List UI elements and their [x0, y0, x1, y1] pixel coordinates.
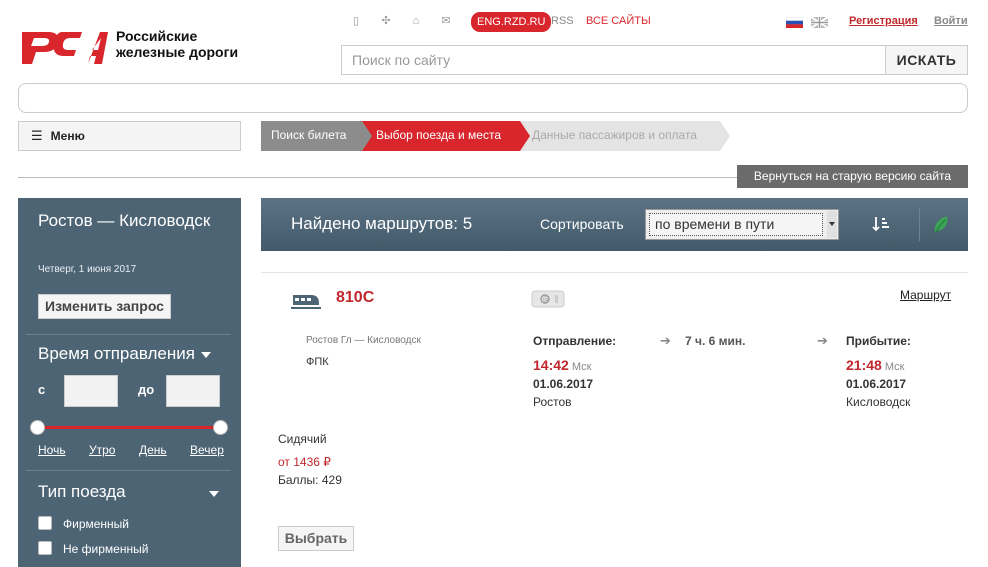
search-input[interactable]: Поиск по сайту [341, 45, 886, 75]
sort-select[interactable]: по времени в пути [645, 209, 839, 240]
departure-time: 14:42 Мск [533, 357, 591, 373]
step-label: Выбор поезда и места [376, 128, 502, 142]
choose-button[interactable]: Выбрать [278, 526, 354, 551]
train-route-name: Ростов Гл — Кисловодск [306, 335, 421, 346]
chevron-down-icon [200, 351, 211, 358]
arrival-time: 21:48 Мск [846, 357, 904, 373]
travel-duration: 7 ч. 6 мин. [685, 334, 746, 348]
time-of-day-morning[interactable]: Утро [89, 443, 115, 457]
menu-button[interactable]: ☰ Меню [18, 121, 241, 151]
dropdown-arrow-icon [827, 211, 837, 238]
branded-train-checkbox[interactable] [38, 516, 52, 530]
time-of-day-evening[interactable]: Вечер [190, 443, 224, 457]
departure-date: 01.06.2017 [533, 377, 594, 391]
all-sites-link[interactable]: ВСЕ САЙТЫ [586, 15, 651, 27]
route-title: Ростов — Кисловодск [38, 211, 211, 230]
e-registration-icon: @ [531, 290, 565, 308]
from-label: с [38, 382, 46, 397]
time-slider-end-handle[interactable] [213, 420, 228, 435]
svg-text:@: @ [543, 296, 550, 304]
arrow-right-icon: ➔ [660, 333, 671, 348]
time-from-input[interactable] [64, 375, 118, 407]
timezone-label: Мск [571, 361, 592, 373]
sidebar-divider [26, 334, 231, 335]
time-slider-start-handle[interactable] [30, 420, 45, 435]
old-version-button[interactable]: Вернуться на старую версию сайта [737, 165, 968, 188]
brand-line-2: железные дороги [116, 44, 239, 60]
train-number[interactable]: 810С [336, 289, 374, 307]
train-type-title[interactable]: Тип поезда [38, 482, 126, 502]
arrival-label: Прибытие: [846, 334, 911, 348]
login-link[interactable]: Войти [934, 15, 968, 27]
rss-link[interactable]: RSS [551, 15, 574, 27]
brand-name: Российские железные дороги [116, 28, 238, 60]
branded-train-label: Фирменный [63, 517, 130, 531]
uk-flag-icon[interactable] [811, 17, 828, 28]
rzd-logo[interactable] [18, 24, 110, 68]
eng-site-link[interactable]: ENG.RZD.RU [471, 12, 552, 32]
bonus-points: Баллы: 429 [278, 473, 342, 487]
header-separator [919, 208, 920, 241]
arrival-date: 01.06.2017 [846, 377, 907, 391]
routes-found-count: Найдено маршрутов: 5 [291, 214, 473, 233]
info-bar [18, 83, 968, 113]
russian-flag-icon[interactable] [786, 17, 803, 28]
arrow-right-icon: ➔ [817, 333, 828, 348]
non-branded-train-checkbox[interactable] [38, 541, 52, 555]
booking-steps: Поиск билета Выбор поезда и места Данные… [261, 121, 730, 151]
carrier-name: ФПК [306, 356, 329, 368]
time-to-input[interactable] [166, 375, 220, 407]
non-branded-train-label: Не фирменный [63, 542, 149, 556]
departure-time-title: Время отправления [38, 344, 195, 363]
filter-sidebar: Ростов — Кисловодск Четверг, 1 июня 2017… [18, 198, 241, 567]
time-of-day-day[interactable]: День [139, 443, 167, 457]
timezone-label: Мск [884, 361, 905, 373]
departure-label: Отправление: [533, 334, 617, 348]
mail-icon[interactable]: ✉ [440, 14, 452, 28]
brand-line-1: Российские [116, 28, 198, 44]
departure-station: Ростов [533, 395, 572, 409]
home-icon[interactable]: ⌂ [410, 14, 422, 28]
step-choose-train: Выбор поезда и места [362, 121, 530, 151]
time-of-day-night[interactable]: Ночь [38, 443, 66, 457]
menu-label: Меню [50, 129, 85, 143]
train-card: 810С @ Маршрут Ростов Гл — Кисловодск ФП… [261, 272, 968, 567]
mobile-icon[interactable]: ▯ [350, 14, 362, 28]
hamburger-icon: ☰ [31, 128, 43, 143]
results-header: Найдено маршрутов: 5 Сортировать по врем… [261, 198, 968, 251]
sort-label: Сортировать [540, 216, 624, 232]
sort-order-icon[interactable] [871, 214, 891, 234]
route-link[interactable]: Маршрут [900, 288, 951, 302]
step-label: Данные пассажиров и оплата [532, 128, 697, 142]
train-icon [291, 295, 321, 309]
time-slider-track[interactable] [38, 426, 220, 429]
sort-select-value: по времени в пути [649, 213, 823, 236]
arrival-time-value: 21:48 [846, 357, 882, 373]
ticket-price: от 1436 ₽ [278, 455, 331, 469]
step-passenger-data: Данные пассажиров и оплата [520, 121, 730, 151]
register-link[interactable]: Регистрация [849, 15, 918, 27]
eco-leaf-icon[interactable] [931, 213, 951, 235]
chevron-down-icon[interactable] [209, 491, 219, 497]
arrival-station: Кисловодск [846, 395, 911, 409]
change-request-button[interactable]: Изменить запрос [38, 294, 171, 319]
sitemap-icon[interactable]: ✣ [380, 14, 392, 28]
sidebar-divider [26, 470, 231, 471]
route-date: Четверг, 1 июня 2017 [38, 264, 137, 275]
top-icons: ▯ ✣ ⌂ ✉ [350, 14, 452, 28]
step-label: Поиск билета [271, 128, 347, 142]
seat-type: Сидячий [278, 432, 327, 446]
search-button[interactable]: ИСКАТЬ [885, 45, 968, 75]
departure-time-value: 14:42 [533, 357, 569, 373]
to-label: до [138, 382, 155, 397]
step-search-ticket[interactable]: Поиск билета [261, 121, 372, 151]
departure-time-filter-toggle[interactable]: Время отправления [38, 344, 211, 364]
